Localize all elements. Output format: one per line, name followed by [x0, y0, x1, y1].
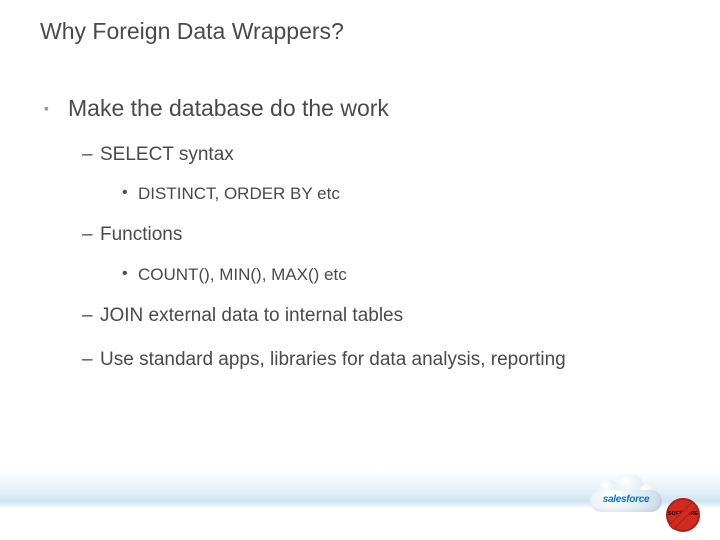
bullet-text: Use standard apps, libraries for data an…	[100, 349, 566, 370]
slide-content: ▪ Make the database do the work – SELECT…	[40, 95, 680, 390]
bullet-text: COUNT(), MIN(), MAX() etc	[138, 265, 347, 284]
bullet-text: JOIN external data to internal tables	[100, 305, 403, 326]
bullet-text: Functions	[100, 224, 182, 245]
square-bullet-icon: ▪	[44, 101, 49, 115]
slide-title: Why Foreign Data Wrappers?	[40, 18, 344, 45]
bullet-level3: • DISTINCT, ORDER BY etc	[40, 184, 680, 204]
dash-bullet-icon: –	[82, 140, 93, 170]
bullet-level2: – Use standard apps, libraries for data …	[40, 345, 680, 375]
bullet-level2: – Functions	[40, 220, 680, 250]
bullet-text: DISTINCT, ORDER BY etc	[138, 184, 340, 203]
dash-bullet-icon: –	[82, 301, 93, 331]
dash-bullet-icon: –	[82, 220, 93, 250]
dot-bullet-icon: •	[122, 184, 128, 202]
slide: Why Foreign Data Wrappers? ▪ Make the da…	[0, 0, 720, 540]
salesforce-logo: salesforce SOFTWARE	[584, 474, 694, 530]
bullet-text: Make the database do the work	[68, 95, 389, 121]
cloud-icon: salesforce	[584, 474, 670, 516]
logo-text: salesforce	[594, 494, 658, 505]
bullet-level1: ▪ Make the database do the work	[40, 95, 680, 122]
bullet-text: SELECT syntax	[100, 144, 234, 165]
dot-bullet-icon: •	[122, 265, 128, 283]
dash-bullet-icon: –	[82, 345, 93, 375]
no-software-badge-icon: SOFTWARE	[666, 498, 700, 532]
bullet-level2: – SELECT syntax	[40, 140, 680, 170]
bullet-level2: – JOIN external data to internal tables	[40, 301, 680, 331]
bullet-level3: • COUNT(), MIN(), MAX() etc	[40, 265, 680, 285]
